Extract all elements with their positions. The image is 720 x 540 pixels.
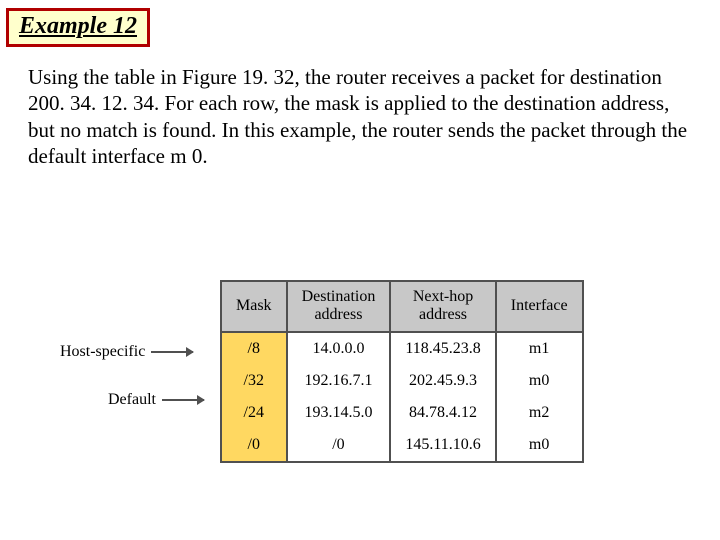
example-title-box: Example 12 xyxy=(6,8,150,47)
table-row: /8 14.0.0.0 118.45.23.8 m1 xyxy=(221,332,583,365)
spacer xyxy=(60,364,204,388)
routing-table-figure: Host-specific Default Mask Destination a… xyxy=(60,280,680,460)
col-mask: Mask xyxy=(221,281,287,332)
cell-mask: /32 xyxy=(221,365,287,397)
col-nexthop: Next-hop address xyxy=(390,281,495,332)
cell-dest: /0 xyxy=(287,429,391,462)
cell-mask: /8 xyxy=(221,332,287,365)
cell-nexthop: 145.11.10.6 xyxy=(390,429,495,462)
label-default-text: Default xyxy=(108,391,156,409)
cell-iface: m0 xyxy=(496,365,583,397)
cell-iface: m0 xyxy=(496,429,583,462)
cell-mask: /0 xyxy=(221,429,287,462)
routing-table: Mask Destination address Next-hop addres… xyxy=(220,280,584,463)
example-title: Example 12 xyxy=(19,13,137,39)
cell-dest: 193.14.5.0 xyxy=(287,397,391,429)
cell-nexthop: 202.45.9.3 xyxy=(390,365,495,397)
cell-iface: m2 xyxy=(496,397,583,429)
cell-iface: m1 xyxy=(496,332,583,365)
table-row: /32 192.16.7.1 202.45.9.3 m0 xyxy=(221,365,583,397)
arrow-icon xyxy=(162,399,204,401)
label-host-specific: Host-specific xyxy=(60,340,204,364)
cell-dest: 14.0.0.0 xyxy=(287,332,391,365)
col-iface: Interface xyxy=(496,281,583,332)
arrow-icon xyxy=(151,351,193,353)
table-row: /24 193.14.5.0 84.78.4.12 m2 xyxy=(221,397,583,429)
label-default: Default xyxy=(108,388,204,412)
label-host-specific-text: Host-specific xyxy=(60,343,145,361)
cell-dest: 192.16.7.1 xyxy=(287,365,391,397)
table-header-row: Mask Destination address Next-hop addres… xyxy=(221,281,583,332)
cell-nexthop: 118.45.23.8 xyxy=(390,332,495,365)
cell-mask: /24 xyxy=(221,397,287,429)
table-row: /0 /0 145.11.10.6 m0 xyxy=(221,429,583,462)
cell-nexthop: 84.78.4.12 xyxy=(390,397,495,429)
col-dest: Destination address xyxy=(287,281,391,332)
example-paragraph: Using the table in Figure 19. 32, the ro… xyxy=(28,64,688,169)
row-annotations: Host-specific Default xyxy=(60,340,204,412)
